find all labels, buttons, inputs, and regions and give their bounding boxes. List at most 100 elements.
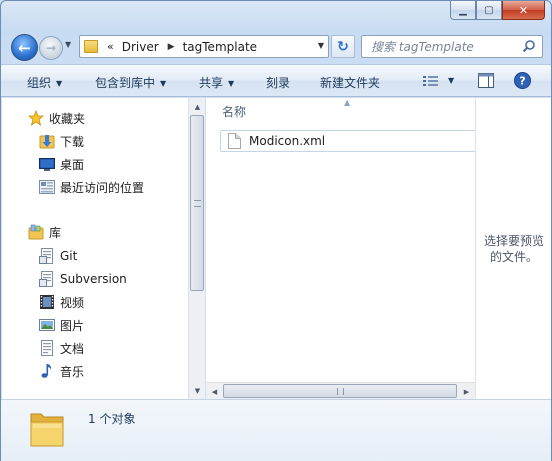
explorer-window: ▁ ▢ ✕ ← → ▼ « Driver ▶ tagTemplate ▼ ↻ 搜… (0, 0, 552, 461)
share-label: 共享 (199, 76, 224, 90)
nav-label-documents: 文档 (60, 341, 85, 356)
file-name: Modicon.xml (249, 134, 326, 148)
svg-text:?: ? (519, 75, 525, 88)
organize-label: 组织 (27, 76, 52, 90)
downloads-folder-icon (39, 135, 55, 149)
breadcrumb-item-driver[interactable]: Driver (122, 40, 159, 54)
sort-ascending-icon: ▲ (344, 98, 351, 107)
scroll-down-icon[interactable]: ▼ (189, 382, 206, 399)
caption-buttons: ▁ ▢ ✕ (450, 1, 545, 20)
nav-label-recent-places: 最近访问的位置 (60, 180, 145, 195)
nav-item-downloads[interactable]: 下载 (39, 131, 84, 151)
file-list-pane: ▲ 名称 Modicon.xml (206, 98, 476, 399)
recent-places-icon (39, 180, 55, 194)
maximize-button[interactable]: ▢ (476, 1, 502, 20)
close-icon: ✕ (518, 3, 529, 17)
file-list-horizontal-scrollbar[interactable]: ◀ ▶ (206, 382, 475, 399)
minimize-icon: ▁ (459, 4, 467, 16)
scroll-left-icon[interactable]: ◀ (206, 383, 223, 400)
preview-message: 选择要预览 的文件。 (479, 233, 549, 265)
nav-label-music: 音乐 (60, 364, 85, 379)
burn-button[interactable]: 刻录 (266, 74, 290, 91)
file-list-item[interactable]: Modicon.xml (220, 130, 476, 152)
scroll-right-icon[interactable]: ▶ (458, 383, 475, 400)
pictures-icon (39, 319, 55, 331)
folder-icon (30, 413, 64, 447)
organize-button[interactable]: 组织 ▼ (27, 74, 62, 91)
nav-label-favorites: 收藏夹 (49, 111, 86, 126)
libraries-icon (28, 224, 44, 240)
navigation-pane: 收藏夹 下载 桌面 最近访问的位置 库 Git Subversion 视频 图片… (2, 98, 188, 399)
nav-item-git[interactable]: Git (39, 246, 77, 266)
nav-item-videos[interactable]: 视频 (39, 292, 84, 312)
chevron-down-icon: ▼ (65, 40, 72, 49)
horizontal-scrollbar-grip (337, 388, 344, 395)
view-options-icon[interactable] (423, 75, 439, 87)
nav-item-favorites[interactable]: 收藏夹 (28, 108, 85, 128)
details-pane: 1 个对象 (1, 399, 551, 461)
maximize-icon: ▢ (484, 4, 494, 16)
search-input[interactable]: 搜索 tagTemplate (361, 35, 543, 58)
close-button[interactable]: ✕ (502, 1, 545, 20)
search-placeholder: 搜索 tagTemplate (371, 40, 474, 54)
nav-item-libraries[interactable]: 库 (28, 222, 61, 242)
nav-item-documents[interactable]: 文档 (39, 338, 84, 358)
command-bar: 组织 ▼ 包含到库中 ▼ 共享 ▼ 刻录 新建文件夹 ▼ ? (1, 64, 551, 97)
item-count: 1 个对象 (88, 412, 136, 426)
horizontal-scrollbar-thumb[interactable] (223, 384, 457, 398)
nav-item-subversion[interactable]: Subversion (39, 269, 127, 289)
chevron-down-icon: ▼ (160, 79, 167, 88)
preview-message-line-1: 选择要预览 (483, 234, 544, 248)
nav-item-pictures[interactable]: 图片 (39, 315, 84, 335)
view-options-dropdown-icon[interactable]: ▼ (448, 76, 454, 85)
preview-pane: 选择要预览 的文件。 (475, 98, 551, 399)
scroll-up-icon[interactable]: ▲ (189, 98, 206, 115)
scrollbar-grip (194, 200, 201, 207)
nav-label-downloads: 下载 (60, 134, 85, 149)
git-library-icon (39, 248, 53, 264)
videos-icon (40, 295, 54, 309)
back-button[interactable]: ← (11, 34, 38, 61)
preview-message-line-2: 的文件。 (489, 250, 538, 264)
back-arrow-icon: ← (18, 38, 31, 57)
star-icon (28, 110, 44, 126)
burn-label: 刻录 (266, 76, 291, 90)
folder-icon (84, 40, 98, 53)
nav-label-pictures: 图片 (60, 318, 85, 333)
chevron-down-icon: ▼ (56, 79, 63, 88)
address-bar[interactable]: « Driver ▶ tagTemplate ▼ (79, 35, 329, 58)
preview-pane-icon[interactable] (478, 73, 494, 88)
nav-label-desktop: 桌面 (60, 157, 85, 172)
navigation-pane-scrollbar[interactable]: ▲ ▼ (188, 98, 205, 399)
nav-label-git: Git (60, 249, 78, 263)
refresh-icon: ↻ (337, 38, 349, 55)
help-icon[interactable]: ? (514, 72, 531, 89)
minimize-button[interactable]: ▁ (450, 1, 476, 20)
share-button[interactable]: 共享 ▼ (199, 74, 234, 91)
nav-label-videos: 视频 (60, 295, 85, 310)
scrollbar-thumb[interactable] (190, 115, 204, 291)
subversion-library-icon (39, 271, 53, 287)
nav-item-desktop[interactable]: 桌面 (39, 154, 84, 174)
documents-icon (41, 340, 53, 356)
desktop-icon (39, 158, 55, 171)
nav-label-subversion: Subversion (60, 272, 127, 286)
new-folder-button[interactable]: 新建文件夹 (320, 74, 380, 91)
breadcrumb-item-tagtemplate[interactable]: tagTemplate (183, 40, 257, 54)
include-in-library-label: 包含到库中 (95, 76, 156, 90)
refresh-button[interactable]: ↻ (331, 35, 355, 58)
include-in-library-button[interactable]: 包含到库中 ▼ (95, 74, 166, 91)
breadcrumb-overflow-chevron[interactable]: « (107, 40, 114, 53)
nav-item-recent-places[interactable]: 最近访问的位置 (39, 177, 144, 197)
chevron-down-icon: ▼ (228, 79, 235, 88)
breadcrumb-separator-icon[interactable]: ▶ (168, 42, 175, 52)
forward-button[interactable]: → (39, 36, 63, 60)
column-header-name[interactable]: 名称 (222, 103, 246, 120)
address-dropdown-icon[interactable]: ▼ (318, 41, 324, 50)
music-icon (41, 364, 52, 378)
recent-pages-dropdown[interactable]: ▼ (65, 40, 71, 49)
search-icon[interactable] (522, 39, 536, 53)
nav-item-music[interactable]: 音乐 (39, 361, 84, 381)
xml-file-icon (228, 133, 241, 149)
forward-arrow-icon: → (45, 41, 57, 55)
